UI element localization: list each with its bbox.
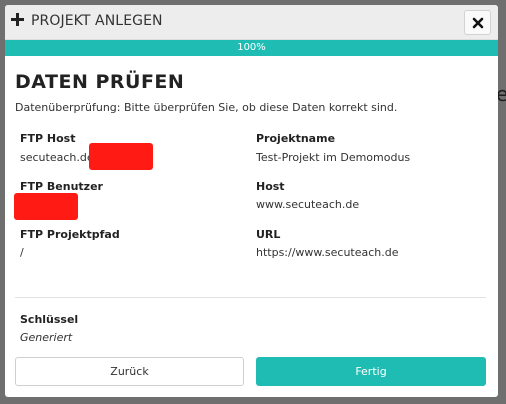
ftp-user-label: FTP Benutzer	[20, 180, 103, 193]
url-label: URL	[256, 228, 281, 241]
finish-button[interactable]: Fertig	[256, 357, 486, 386]
project-name-label: Projektname	[256, 132, 336, 145]
back-button[interactable]: Zurück	[15, 357, 244, 386]
page-title: DATEN PRÜFEN	[15, 71, 185, 93]
project-name-value: Test-Projekt im Demomodus	[256, 151, 411, 164]
key-label: Schlüssel	[20, 313, 79, 326]
plus-icon	[11, 13, 24, 26]
modal-title: PROJEKT ANLEGEN	[31, 13, 163, 29]
host-label: Host	[256, 180, 285, 193]
close-icon	[472, 17, 484, 29]
ftp-host-value: secuteach.de:	[20, 151, 98, 164]
close-button[interactable]	[464, 10, 491, 35]
progress-bar: 100%	[5, 40, 498, 56]
host-value: www.secuteach.de	[256, 198, 360, 211]
ftp-path-label: FTP Projektpfad	[20, 228, 120, 241]
progress-label: 100%	[237, 42, 266, 53]
ftp-host-label: FTP Host	[20, 132, 76, 145]
url-value: https://www.secuteach.de	[256, 246, 399, 259]
ftp-path-value: /	[20, 246, 24, 259]
page-description: Datenüberprüfung: Bitte überprüfen Sie, …	[15, 101, 398, 114]
modal-header: PROJEKT ANLEGEN	[5, 5, 498, 40]
divider	[15, 297, 486, 298]
create-project-modal: PROJEKT ANLEGEN 100% DATEN PRÜFEN Datenü…	[5, 5, 498, 397]
redaction-mark	[14, 193, 78, 220]
redaction-mark	[89, 143, 153, 170]
key-value: Generiert	[20, 331, 73, 344]
